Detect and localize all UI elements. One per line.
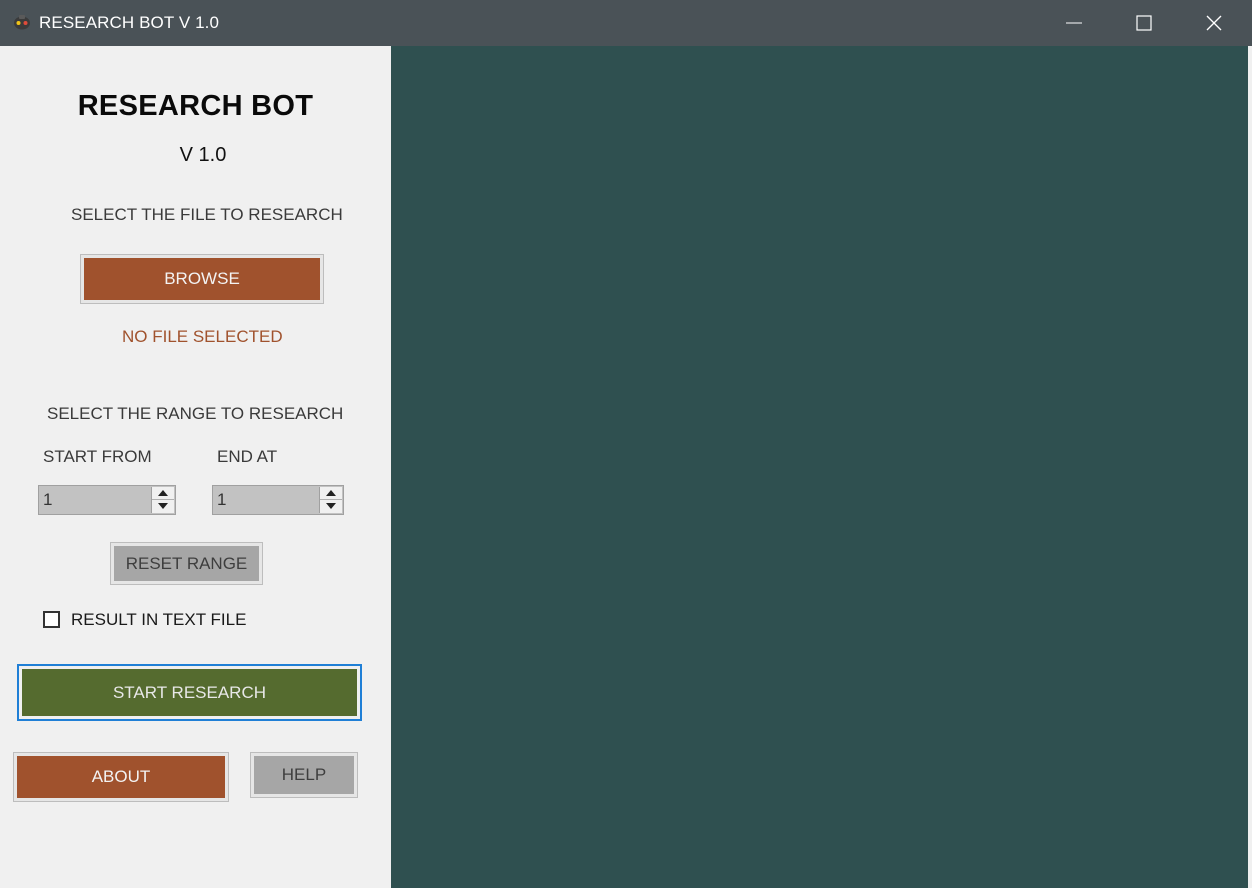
app-window: RESEARCH BOT V 1.0 RESEARCH BOT V 1.0 SE… xyxy=(0,0,1252,888)
about-button[interactable]: ABOUT xyxy=(13,752,229,802)
results-area xyxy=(391,46,1248,888)
minimize-icon xyxy=(1066,22,1082,24)
arrow-up-icon xyxy=(158,490,168,496)
close-button[interactable] xyxy=(1179,0,1249,46)
start-decrement-button[interactable] xyxy=(152,500,174,513)
end-at-label: END AT xyxy=(217,447,278,466)
start-from-label: START FROM xyxy=(43,447,152,466)
start-increment-button[interactable] xyxy=(152,487,174,500)
result-text-file-checkbox[interactable] xyxy=(43,611,60,628)
end-at-spinbox[interactable]: 1 xyxy=(212,485,344,515)
file-status: NO FILE SELECTED xyxy=(122,327,283,346)
result-text-file-label[interactable]: RESULT IN TEXT FILE xyxy=(71,610,246,630)
end-increment-button[interactable] xyxy=(320,487,342,500)
window-title: RESEARCH BOT V 1.0 xyxy=(39,13,220,32)
app-version: V 1.0 xyxy=(179,144,227,166)
about-button-label: ABOUT xyxy=(17,756,225,798)
help-button-label: HELP xyxy=(254,756,354,794)
end-at-arrows xyxy=(319,487,342,513)
browse-button-label: BROWSE xyxy=(84,258,320,300)
start-from-arrows xyxy=(151,487,174,513)
maximize-icon xyxy=(1136,15,1152,31)
start-research-label: START RESEARCH xyxy=(22,669,357,716)
close-icon xyxy=(1206,15,1222,31)
start-from-spinbox[interactable]: 1 xyxy=(38,485,176,515)
end-decrement-button[interactable] xyxy=(320,500,342,513)
start-research-button[interactable]: START RESEARCH xyxy=(17,664,362,721)
maximize-button[interactable] xyxy=(1109,0,1179,46)
start-from-value[interactable]: 1 xyxy=(43,490,52,510)
browse-button[interactable]: BROWSE xyxy=(80,254,324,304)
range-label: SELECT THE RANGE TO RESEARCH xyxy=(47,404,344,423)
minimize-button[interactable] xyxy=(1039,0,1109,46)
title-bar[interactable]: RESEARCH BOT V 1.0 xyxy=(0,0,1252,46)
arrow-down-icon xyxy=(326,503,336,509)
select-file-label: SELECT THE FILE TO RESEARCH xyxy=(71,205,343,224)
end-at-value[interactable]: 1 xyxy=(217,490,226,510)
window-border xyxy=(1248,46,1252,888)
reset-range-button[interactable]: RESET RANGE xyxy=(110,542,263,585)
app-title: RESEARCH BOT xyxy=(77,90,314,122)
control-panel: RESEARCH BOT V 1.0 SELECT THE FILE TO RE… xyxy=(0,46,391,888)
arrow-down-icon xyxy=(158,503,168,509)
help-button[interactable]: HELP xyxy=(250,752,358,798)
reset-range-label: RESET RANGE xyxy=(114,546,259,581)
app-icon xyxy=(12,12,32,32)
arrow-up-icon xyxy=(326,490,336,496)
